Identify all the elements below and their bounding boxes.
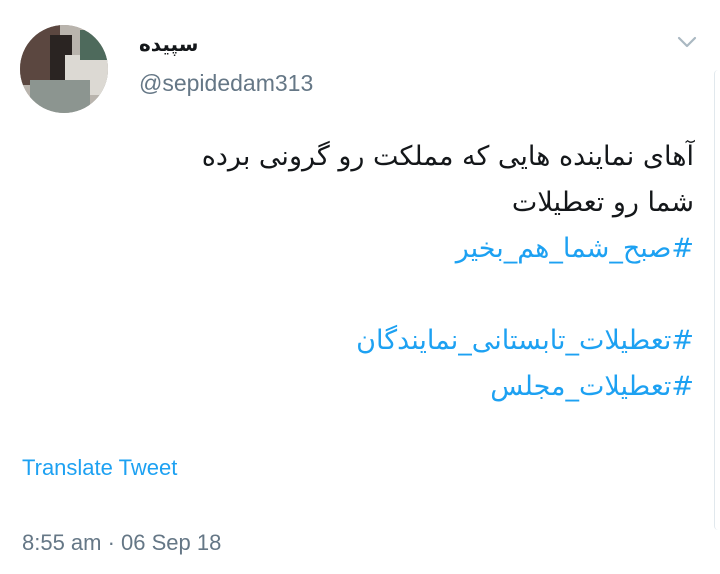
hashtag-link[interactable]: #تعطیلات_مجلس	[94, 364, 694, 410]
hashtag-link[interactable]: #صبح_شما_هم_بخیر	[94, 226, 694, 272]
display-name[interactable]: سپیده	[139, 32, 198, 56]
tweet-timestamp[interactable]: 8:55 am · 06 Sep 18	[22, 530, 221, 556]
tweet-text: آهای نماینده هایی که مملکت رو گرونی برده…	[94, 134, 694, 410]
profile-photo	[20, 25, 108, 113]
hashtag-link[interactable]: #تعطیلات_تابستانی_نمایندگان	[94, 318, 694, 364]
translate-tweet-link[interactable]: Translate Tweet	[22, 455, 177, 481]
user-handle[interactable]: @sepidedam313	[139, 70, 313, 97]
tweet-card: سپیده @sepidedam313 آهای نماینده هایی که…	[0, 0, 720, 574]
scrollbar-edge	[714, 70, 720, 530]
chevron-down-icon[interactable]	[676, 34, 698, 50]
tweet-text-line: آهای نماینده هایی که مملکت رو گرونی برده	[201, 141, 694, 172]
tweet-text-line: شما رو تعطیلات	[511, 187, 694, 218]
avatar[interactable]	[20, 25, 108, 113]
